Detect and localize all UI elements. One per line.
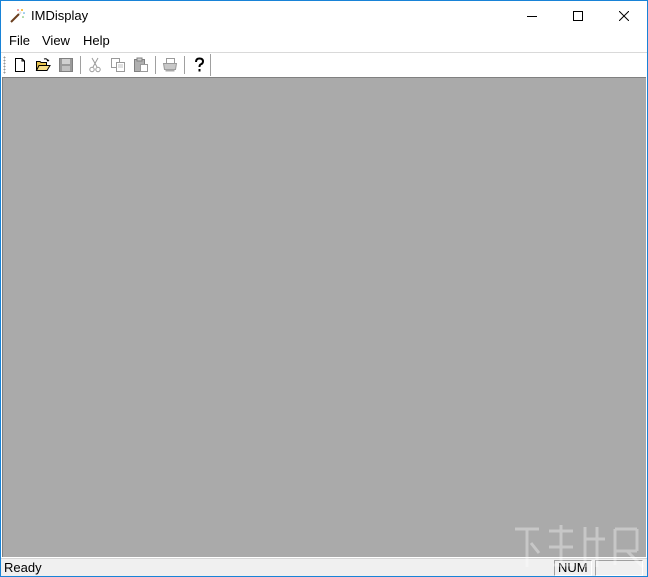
toolbar-end-divider [210,54,211,76]
maximize-icon [573,11,583,21]
print-icon [162,58,178,72]
window-title: IMDisplay [31,8,89,23]
copy-icon [111,58,125,72]
menu-view[interactable]: View [41,33,71,49]
image-display-area[interactable] [2,77,646,557]
open-button[interactable] [32,55,54,75]
minimize-button[interactable] [509,1,555,31]
save-icon [59,58,73,72]
minimize-icon [527,16,537,17]
print-button[interactable] [159,55,181,75]
paste-button[interactable] [130,55,152,75]
toolbar-separator [80,56,82,74]
close-icon [619,11,629,21]
toolbar-grip[interactable] [3,56,6,74]
toolbar-separator [184,56,186,74]
open-folder-icon [35,58,51,71]
menu-bar: File View Help [1,31,647,51]
copy-button[interactable] [107,55,129,75]
new-button[interactable] [9,55,31,75]
help-icon [195,57,205,72]
menu-file[interactable]: File [8,33,31,49]
app-wand-icon [9,8,25,24]
watermark-logo [509,521,648,577]
maximize-button[interactable] [555,1,601,31]
about-button[interactable] [188,55,210,75]
cut-button[interactable] [84,55,106,75]
status-message: Ready [4,560,42,575]
app-window: IMDisplay File View Help Ready NUM [0,0,648,577]
new-document-icon [15,58,25,72]
cut-icon [89,57,101,73]
save-button[interactable] [55,55,77,75]
toolbar-separator [155,56,157,74]
toolbar [1,52,647,77]
menu-help[interactable]: Help [82,33,111,49]
close-button[interactable] [601,1,647,31]
title-bar[interactable]: IMDisplay [1,1,647,31]
paste-icon [134,57,148,72]
